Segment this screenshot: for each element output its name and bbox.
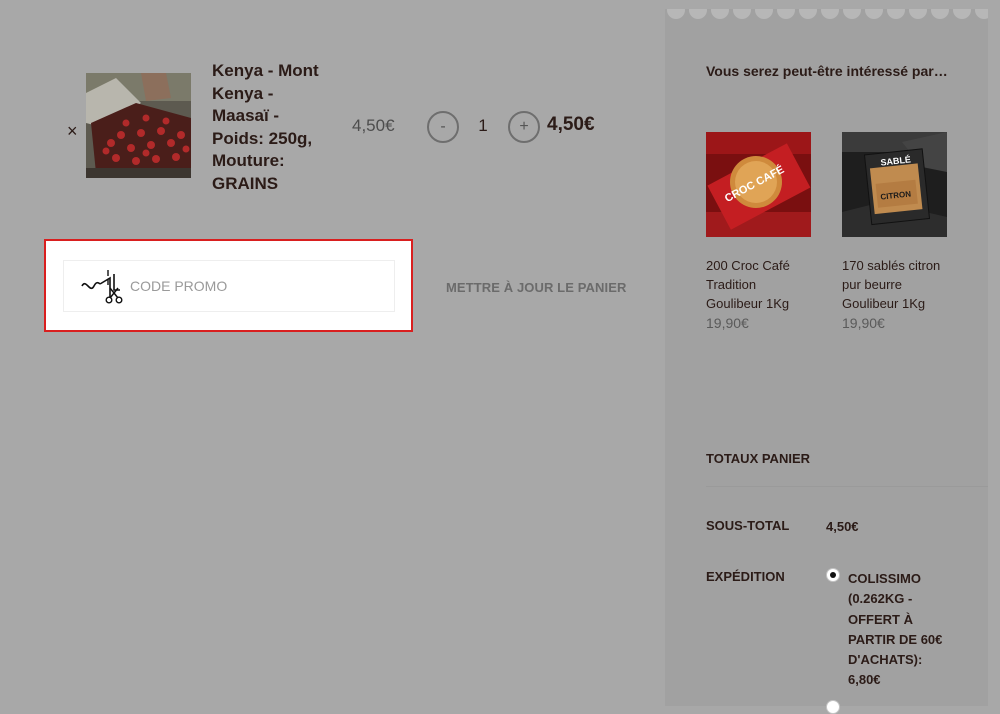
cross-sell-image[interactable]: SABLÉ CITRON bbox=[842, 132, 947, 237]
cross-sell-name[interactable]: 200 Croc Café Tradition Goulibeur 1Kg bbox=[706, 256, 816, 313]
croc-cafe-image: CROC CAFÉ bbox=[706, 132, 811, 237]
cross-sell-product[interactable]: SABLÉ CITRON 170 sablés citron pur beurr… bbox=[842, 132, 952, 331]
shipping-label: EXPÉDITION bbox=[706, 569, 785, 584]
quantity-value[interactable]: 1 bbox=[476, 116, 490, 136]
quantity-decrease-button[interactable]: - bbox=[427, 111, 459, 143]
sable-citron-image: SABLÉ CITRON bbox=[842, 132, 947, 237]
cross-sell-image[interactable]: CROC CAFÉ bbox=[706, 132, 811, 237]
quantity-increase-button[interactable]: + bbox=[508, 111, 540, 143]
coupon-code-input[interactable] bbox=[128, 275, 382, 297]
cross-sell-name[interactable]: 170 sablés citron pur beurre Goulibeur 1… bbox=[842, 256, 952, 313]
remove-item-button[interactable]: × bbox=[67, 120, 78, 142]
totals-divider bbox=[706, 486, 988, 487]
line-subtotal: 4,50€ bbox=[547, 114, 595, 135]
cross-sell-price: 19,90€ bbox=[706, 315, 749, 331]
subtotal-value: 4,50€ bbox=[826, 519, 859, 534]
product-name-link[interactable]: Kenya - Mont Kenya - Maasaï - Poids: 250… bbox=[212, 60, 332, 195]
subtotal-label: SOUS-TOTAL bbox=[706, 518, 790, 533]
update-cart-button[interactable]: METTRE À JOUR LE PANIER bbox=[446, 280, 626, 295]
scalloped-edge-decoration bbox=[665, 0, 988, 19]
cross-sells-title: Vous serez peut-être intéressé par… bbox=[706, 63, 948, 79]
shipping-radio-next[interactable] bbox=[826, 700, 840, 714]
coffee-cherries-image bbox=[86, 73, 191, 178]
cross-sell-product[interactable]: CROC CAFÉ 200 Croc Café Tradition Goulib… bbox=[706, 132, 816, 331]
scissors-coupon-icon bbox=[81, 270, 123, 304]
cart-totals-title: TOTAUX PANIER bbox=[706, 451, 811, 466]
cross-sell-price: 19,90€ bbox=[842, 315, 885, 331]
product-thumbnail[interactable] bbox=[86, 73, 191, 178]
shipping-option-colissimo[interactable]: COLISSIMO (0.262KG - OFFERT À PARTIR DE … bbox=[848, 569, 958, 691]
shipping-radio-colissimo[interactable] bbox=[826, 568, 840, 582]
product-unit-price: 4,50€ bbox=[352, 116, 395, 135]
